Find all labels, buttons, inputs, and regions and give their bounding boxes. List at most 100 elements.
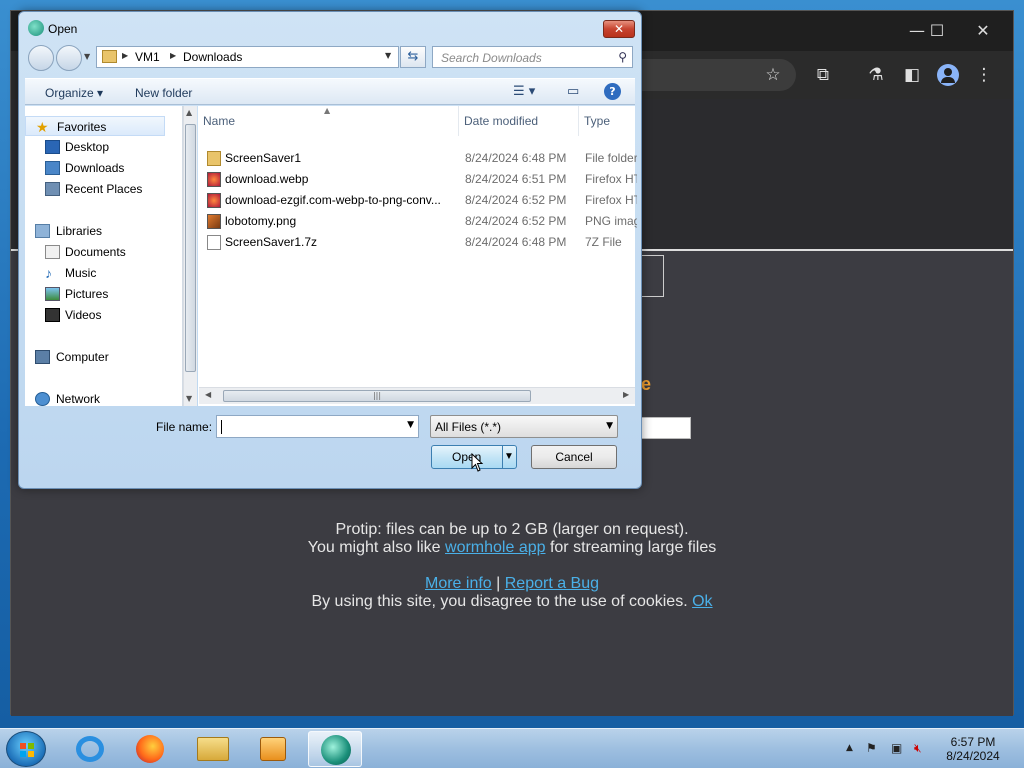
documents-icon bbox=[45, 245, 60, 259]
breadcrumb-vm1[interactable]: VM1 bbox=[135, 50, 160, 64]
taskbar-internet-explorer[interactable] bbox=[63, 731, 117, 767]
column-header-name[interactable]: Name bbox=[203, 114, 235, 128]
scroll-up-arrow-icon[interactable]: ▲ bbox=[186, 108, 192, 117]
clock-time: 6:57 PM bbox=[950, 735, 996, 749]
recent-places-icon bbox=[45, 182, 60, 196]
nav-videos[interactable]: Videos bbox=[25, 305, 165, 325]
organize-button[interactable]: Organize ▾ bbox=[45, 86, 103, 100]
nav-libraries[interactable]: Libraries bbox=[25, 221, 165, 241]
taskbar-explorer[interactable] bbox=[186, 731, 240, 767]
taskbar-firefox[interactable] bbox=[123, 731, 177, 767]
file-type-filter[interactable]: All Files (*.*) ▼ bbox=[430, 415, 618, 438]
preview-pane-icon[interactable]: ▭ bbox=[567, 84, 579, 99]
side-panel-icon[interactable]: ◧ bbox=[900, 63, 924, 87]
nav-music[interactable]: ♪ Music bbox=[25, 263, 165, 283]
nav-desktop[interactable]: Desktop bbox=[25, 137, 165, 157]
dialog-title: Open bbox=[48, 22, 78, 36]
taskbar-active-app[interactable] bbox=[308, 731, 362, 767]
nav-music-label: Music bbox=[65, 266, 97, 280]
nav-recent-label: Recent Places bbox=[65, 182, 143, 196]
file-row[interactable]: lobotomy.png 8/24/2024 6:52 PM PNG image bbox=[198, 211, 637, 232]
close-window-button[interactable]: ✕ bbox=[963, 17, 1003, 45]
search-icon[interactable]: ⚲ bbox=[618, 50, 627, 64]
back-button[interactable] bbox=[28, 45, 54, 71]
more-info-link[interactable]: More info bbox=[425, 575, 492, 592]
file-type: PNG image bbox=[585, 214, 637, 228]
recent-locations-dropdown[interactable]: ▼ bbox=[84, 52, 90, 61]
address-breadcrumb[interactable]: ▶ VM1 ▶ Downloads ▼ bbox=[96, 46, 399, 68]
firefox-file-icon bbox=[207, 172, 221, 187]
system-clock[interactable]: 6:57 PM 8/24/2024 bbox=[938, 735, 1008, 763]
show-hidden-icons-icon[interactable]: ▲ bbox=[846, 743, 853, 753]
column-separator[interactable] bbox=[578, 106, 579, 136]
profile-avatar-icon[interactable] bbox=[936, 63, 960, 87]
nav-documents[interactable]: Documents bbox=[25, 242, 165, 262]
cookie-ok-link[interactable]: Ok bbox=[692, 593, 712, 610]
menu-kebab-icon[interactable]: ⋮ bbox=[972, 63, 996, 87]
file-row[interactable]: download-ezgif.com-webp-to-png-conv... 8… bbox=[198, 190, 637, 211]
new-folder-button[interactable]: New folder bbox=[135, 86, 192, 100]
wormhole-link[interactable]: wormhole app bbox=[445, 539, 546, 556]
file-name-label: File name: bbox=[156, 420, 213, 434]
bookmark-star-icon[interactable]: ☆ bbox=[761, 63, 785, 87]
address-dropdown-icon[interactable]: ▼ bbox=[385, 51, 391, 60]
forward-button[interactable] bbox=[56, 45, 82, 71]
scroll-right-arrow-icon[interactable]: ▶ bbox=[623, 390, 629, 399]
wormhole-line: You might also like wormhole app for str… bbox=[11, 539, 1013, 557]
page-text-input[interactable] bbox=[641, 417, 691, 439]
clock-date: 8/24/2024 bbox=[946, 749, 1000, 763]
help-icon[interactable]: ? bbox=[604, 83, 621, 100]
refresh-button[interactable]: ⇆ bbox=[400, 46, 426, 68]
nav-desktop-label: Desktop bbox=[65, 140, 110, 154]
file-list: ▲ Name Date modified Type ScreenSaver1 8… bbox=[198, 106, 637, 406]
internet-explorer-icon bbox=[76, 736, 104, 762]
nav-network[interactable]: Network bbox=[25, 389, 165, 409]
breadcrumb-downloads[interactable]: Downloads bbox=[183, 50, 242, 64]
nav-favorites[interactable]: ★ Favorites bbox=[25, 116, 165, 136]
report-bug-link[interactable]: Report a Bug bbox=[505, 575, 599, 592]
breadcrumb-arrow-icon[interactable]: ▶ bbox=[122, 51, 128, 60]
nav-scroll-thumb[interactable] bbox=[185, 124, 196, 372]
file-date: 8/24/2024 6:51 PM bbox=[465, 172, 567, 186]
dialog-close-button[interactable]: ✕ bbox=[603, 20, 635, 38]
file-list-hscrollbar[interactable]: ◀ ||| ▶ bbox=[199, 387, 635, 404]
cookie-text: By using this site, you disagree to the … bbox=[311, 593, 693, 610]
change-view-icon[interactable]: ☰ ▾ bbox=[513, 84, 535, 99]
taskbar-media-player[interactable] bbox=[246, 731, 300, 767]
maximize-button[interactable]: ☐ bbox=[917, 17, 957, 45]
filter-dropdown-icon[interactable]: ▼ bbox=[606, 421, 613, 431]
column-header-type[interactable]: Type bbox=[584, 114, 610, 128]
network-status-icon[interactable]: ▣ bbox=[891, 741, 902, 755]
file-name: download.webp bbox=[225, 172, 309, 186]
file-name-input[interactable]: ▼ bbox=[216, 415, 419, 438]
action-center-flag-icon[interactable]: ⚑ bbox=[866, 741, 877, 755]
breadcrumb-arrow-icon[interactable]: ▶ bbox=[170, 51, 176, 60]
labs-flask-icon[interactable]: ⚗ bbox=[864, 63, 888, 87]
scroll-left-arrow-icon[interactable]: ◀ bbox=[205, 390, 211, 399]
volume-muted-icon[interactable]: 🔇︎ bbox=[914, 741, 922, 756]
file-name-dropdown-icon[interactable]: ▼ bbox=[407, 420, 414, 430]
pictures-icon bbox=[45, 287, 60, 301]
start-button[interactable] bbox=[6, 731, 46, 767]
column-header-date[interactable]: Date modified bbox=[464, 114, 538, 128]
firefox-file-icon bbox=[207, 193, 221, 208]
nav-pictures[interactable]: Pictures bbox=[25, 284, 165, 304]
file-row[interactable]: ScreenSaver1.7z 8/24/2024 6:48 PM 7Z Fil… bbox=[198, 232, 635, 253]
search-box[interactable]: Search Downloads ⚲ bbox=[432, 46, 633, 68]
nav-downloads[interactable]: Downloads bbox=[25, 158, 165, 178]
scroll-down-arrow-icon[interactable]: ▼ bbox=[186, 394, 192, 403]
file-row[interactable]: ScreenSaver1 8/24/2024 6:48 PM File fold… bbox=[198, 148, 637, 169]
file-row[interactable]: download.webp 8/24/2024 6:51 PM Firefox … bbox=[198, 169, 637, 190]
location-folder-icon bbox=[102, 50, 117, 63]
extensions-icon[interactable]: ⧉ bbox=[811, 63, 835, 87]
videos-filmstrip-icon bbox=[45, 308, 60, 322]
cancel-button[interactable]: Cancel bbox=[531, 445, 617, 469]
nav-computer-label: Computer bbox=[56, 350, 109, 364]
column-separator[interactable] bbox=[458, 106, 459, 136]
music-note-icon: ♪ bbox=[45, 265, 52, 281]
nav-computer[interactable]: Computer bbox=[25, 347, 165, 367]
nav-recent-places[interactable]: Recent Places bbox=[25, 179, 165, 199]
hscroll-thumb[interactable]: ||| bbox=[223, 390, 531, 402]
nav-scrollbar[interactable]: ▲ ▼ bbox=[183, 106, 197, 406]
open-options-arrow-icon[interactable]: ▼ bbox=[504, 446, 514, 468]
